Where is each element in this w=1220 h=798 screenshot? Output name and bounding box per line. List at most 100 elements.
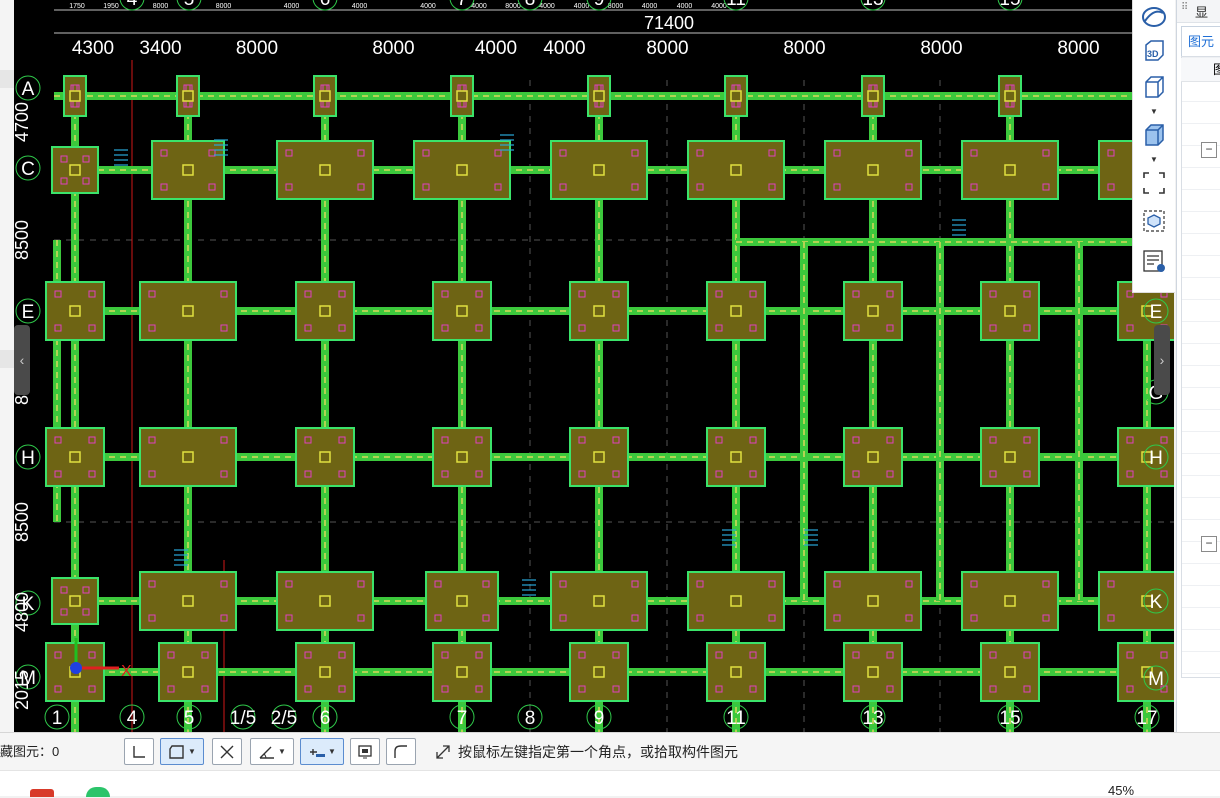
app-icon[interactable] [30, 789, 54, 797]
bottom-axis-label: 8 [525, 708, 536, 729]
left-edge-mark [0, 70, 14, 88]
ucs-origin [70, 662, 82, 674]
chat-app-icon[interactable] [86, 787, 110, 797]
chevron-down-icon: ▼ [188, 747, 196, 756]
rectangle-select-icon[interactable]: ▼ [160, 738, 204, 765]
bottom-axis-label: 9 [594, 708, 605, 729]
bay-dimension: 4000 [543, 38, 585, 59]
right-panel-top-tab[interactable]: 显 [1195, 2, 1208, 21]
left-dimension: 4700 [14, 102, 32, 142]
orthogonal-icon[interactable] [124, 738, 154, 765]
top-axis-label: 7 [457, 0, 468, 10]
left-dimension: 8500 [14, 502, 32, 542]
footing [998, 75, 1022, 117]
footing [176, 75, 200, 117]
view-toolbar: 3D ▼ ▼ [1132, 0, 1175, 293]
properties-list-icon[interactable] [1139, 246, 1169, 276]
top-dimension: 4000 [677, 3, 693, 10]
svg-text:3D: 3D [1147, 49, 1159, 59]
bottom-axis-label: 4 [127, 708, 138, 729]
collapse-toggle[interactable]: − [1201, 142, 1217, 158]
cube-view-icon[interactable] [1139, 72, 1169, 102]
top-axis-label: 5 [184, 0, 195, 10]
bay-dimension: 8000 [783, 38, 825, 59]
top-dimension: 4000 [420, 3, 436, 10]
top-axis-label: 4 [127, 0, 138, 10]
command-prompt: 按鼠标左键指定第一个角点，或拾取构件图元 [458, 744, 738, 760]
top-axis-label: 15 [999, 0, 1020, 10]
collapse-left-tab[interactable]: ‹ [14, 325, 30, 395]
top-dimension: 4000 [539, 3, 555, 10]
top-dimension: 8000 [505, 3, 521, 10]
cad-canvas[interactable]: 71400 1750 1950 8000 8000 4000 4000 4000 4000 800… [14, 0, 1174, 732]
bottom-axis-label: 5 [184, 708, 195, 729]
bay-dimension: 4300 [72, 38, 114, 59]
bay-dimension: 4000 [475, 38, 517, 59]
row-axis-label: H [1149, 448, 1163, 469]
footing [450, 75, 474, 117]
tab-elements[interactable]: 图元 [1181, 26, 1220, 56]
drag-handle-icon[interactable]: ⠿ [1181, 2, 1188, 13]
bay-dimension: 3400 [139, 38, 181, 59]
collapse-right-tab[interactable]: › [1154, 325, 1170, 395]
angle-icon[interactable]: ▼ [250, 738, 294, 765]
bottom-axis-label: 1/5 [230, 708, 256, 729]
bottom-axis-label: 11 [726, 708, 746, 729]
chevron-down-icon[interactable]: ▼ [1149, 156, 1159, 164]
drawing-svg[interactable]: 71400 1750 1950 8000 8000 4000 4000 4000 4000 800… [14, 0, 1174, 732]
total-dimension: 71400 [644, 13, 694, 33]
bottom-axis-label: 7 [457, 708, 468, 729]
bay-dimension: 8000 [236, 38, 278, 59]
taskbar: 45% [0, 770, 1220, 798]
top-dimension: 4000 [352, 3, 368, 10]
bottom-axis-label: 6 [320, 708, 331, 729]
cube-shaded-icon[interactable] [1139, 120, 1169, 150]
right-panel: ⠿ 显 图元 图 − − [1176, 0, 1220, 732]
left-dimension: 8500 [14, 220, 32, 260]
footing [51, 146, 99, 194]
top-dimension: 4000 [574, 3, 590, 10]
zoom-level: 45% [1108, 783, 1135, 798]
left-dimension: 4800 [14, 592, 32, 632]
status-bar: 藏图元：0 ▼ ▼ ▼ 按鼠标左键指定第一个角点，或拾取构件图元 [0, 732, 1220, 771]
row-axis-label: E [1150, 302, 1163, 323]
chevron-down-icon[interactable]: ▼ [1149, 108, 1159, 116]
bottom-axis-label: 17 [1136, 708, 1157, 729]
footing [63, 75, 87, 117]
hidden-elements-count: 藏图元：0 [0, 744, 60, 759]
bottom-axis-label: 13 [862, 708, 883, 729]
left-edge-mark [0, 350, 14, 368]
3d-view-icon[interactable]: 3D [1139, 36, 1169, 66]
bottom-axis-label: 15 [999, 708, 1020, 729]
window-select-icon[interactable] [1139, 168, 1169, 198]
orbit-icon[interactable] [1139, 2, 1169, 32]
top-dimension: 8000 [608, 3, 624, 10]
left-edge-strip [0, 0, 15, 732]
bay-dimension: 8000 [372, 38, 414, 59]
row-axis-label: H [21, 448, 35, 469]
row-axis-label: E [22, 302, 35, 323]
display-icon[interactable] [350, 738, 380, 765]
component-view-icon[interactable] [1139, 206, 1169, 236]
top-dimension: 8000 [216, 3, 232, 10]
bottom-axis-label: 2/5 [271, 708, 297, 729]
row-axis-label: A [22, 79, 35, 100]
top-dimension: 8000 [153, 3, 169, 10]
top-dimension: 1950 [103, 3, 119, 10]
ucs-x-label: X [121, 663, 132, 680]
cross-select-icon[interactable] [212, 738, 242, 765]
top-axis-label: 8 [525, 0, 536, 10]
bay-dimension: 8000 [646, 38, 688, 59]
snap-icon[interactable]: ▼ [300, 738, 344, 765]
footing [861, 75, 885, 117]
footing [724, 75, 748, 117]
top-dimension: 4000 [284, 3, 300, 10]
collapse-toggle[interactable]: − [1201, 536, 1217, 552]
top-dimension: 4000 [642, 3, 658, 10]
top-dimension: 4000 [711, 3, 727, 10]
footing [51, 577, 99, 625]
polyline-icon[interactable] [386, 738, 416, 765]
top-axis-label: 13 [862, 0, 883, 10]
footing [313, 75, 337, 117]
bay-dimension: 8000 [920, 38, 962, 59]
